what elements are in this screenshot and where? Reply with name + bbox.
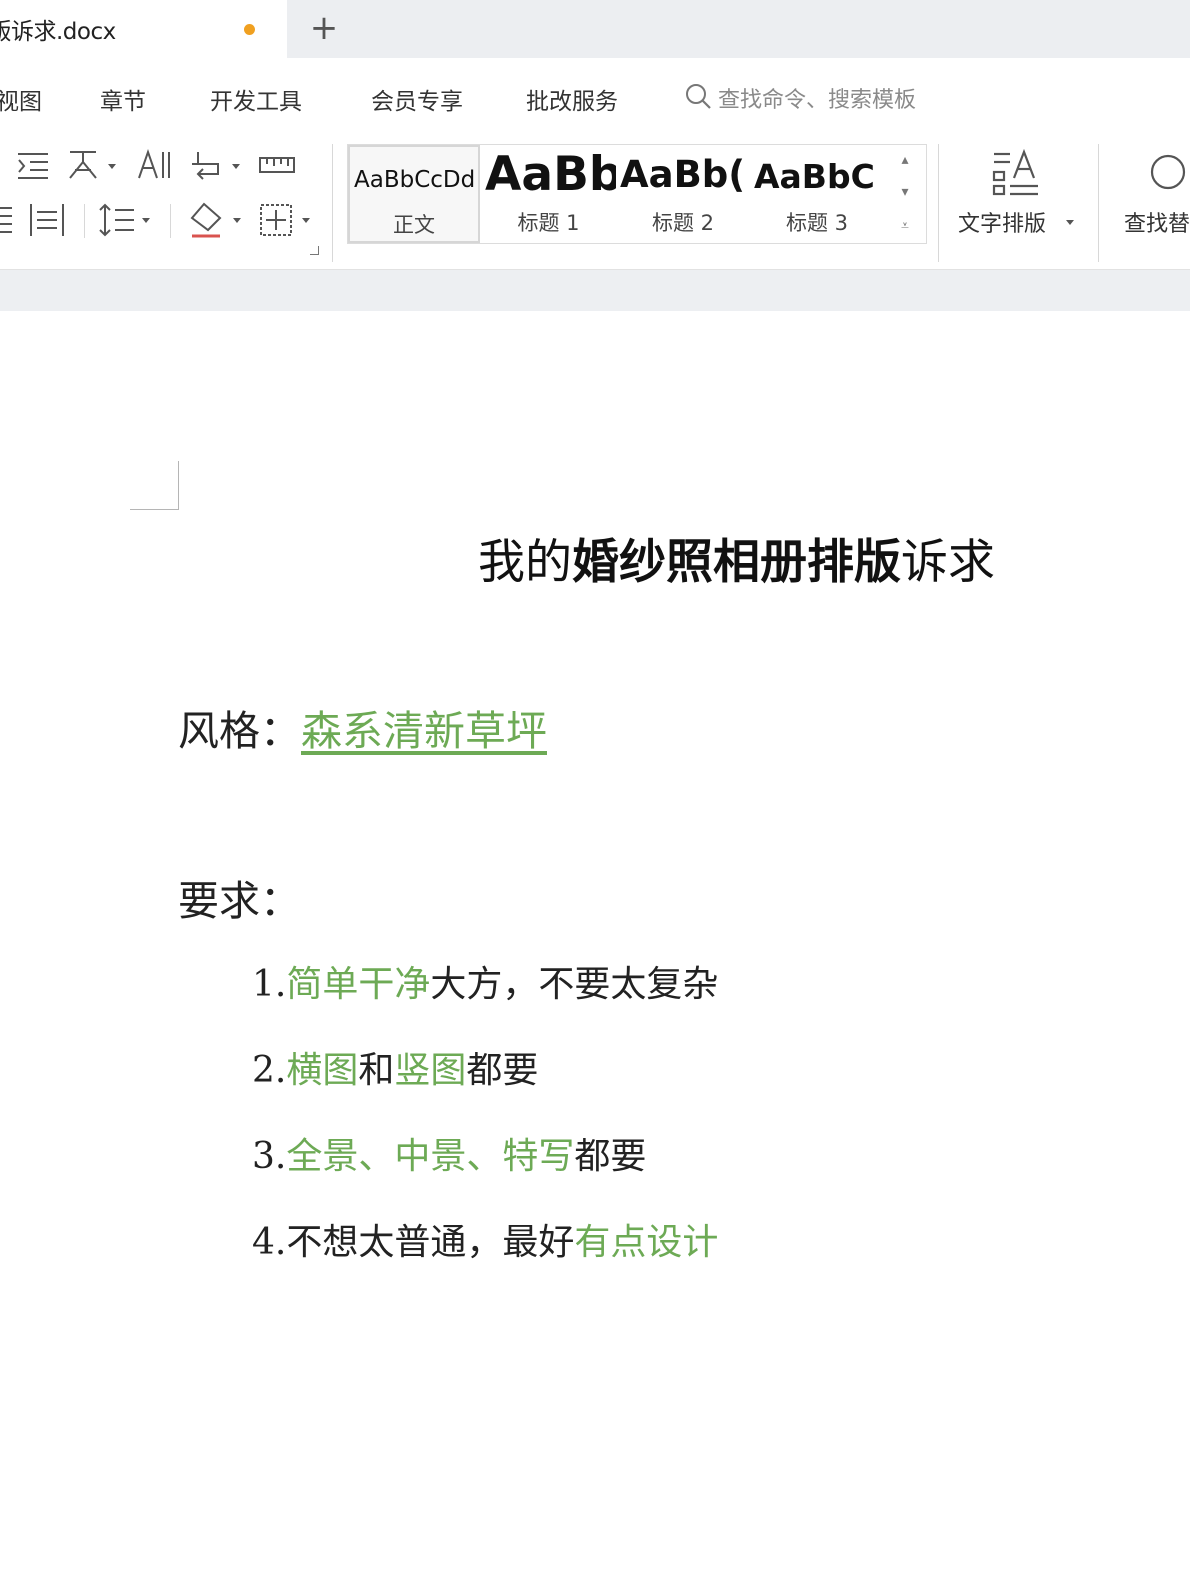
style-value-link[interactable]: 森系清新草坪 xyxy=(301,707,547,755)
style-label: 标题 3 xyxy=(785,211,849,235)
req-text: 都要 xyxy=(466,1050,539,1091)
req-number: 4. xyxy=(252,1222,287,1263)
document-tab[interactable]: 排版诉求.docx xyxy=(0,0,287,58)
chevron-down-icon[interactable] xyxy=(232,164,240,169)
toolbar-divider xyxy=(332,144,333,262)
chevron-down-icon[interactable] xyxy=(302,218,310,223)
expand-gallery-icon[interactable]: ⩡ xyxy=(894,215,916,237)
distribute-align-icon[interactable] xyxy=(28,202,66,238)
text-layout-icon xyxy=(992,148,1038,196)
style-label: 风格： xyxy=(178,707,301,755)
toolbar-divider xyxy=(938,144,939,262)
title-emphasis: 婚纱照相册排版 xyxy=(572,535,901,590)
menu-review-service[interactable]: 批改服务 xyxy=(526,82,618,116)
line-break-icon[interactable] xyxy=(190,150,224,182)
chinese-layout-icon[interactable] xyxy=(66,148,102,182)
chevron-down-icon[interactable] xyxy=(108,164,116,169)
req-text: 不想太普通，最好 xyxy=(286,1222,575,1263)
borders-icon[interactable] xyxy=(258,202,294,238)
requirement-4: 4.不想太普通，最好有点设计 xyxy=(252,1213,718,1265)
new-tab-button[interactable]: + xyxy=(306,8,342,48)
req-highlight: 全景、中景、特写 xyxy=(286,1136,575,1177)
chevron-down-icon[interactable]: ▾ xyxy=(894,181,916,203)
toolbar-divider xyxy=(84,204,85,238)
style-sample: AaBb( xyxy=(620,153,746,196)
document-page[interactable]: 我的婚纱照相册排版诉求 风格：森系清新草坪 要求： 1.简单干净大方，不要太复杂… xyxy=(0,311,1190,1588)
text-layout-label: 文字排版 xyxy=(958,212,1047,237)
requirements-heading: 要求： xyxy=(178,877,301,925)
gallery-scroll: ▴ ▾ ⩡ xyxy=(886,145,924,243)
title-prefix: 我的 xyxy=(478,535,572,590)
menu-dev-tools[interactable]: 开发工具 xyxy=(210,82,302,116)
title-suffix: 诉求 xyxy=(901,535,995,590)
style-label: 标题 1 xyxy=(517,211,580,235)
req-highlight: 有点设计 xyxy=(574,1222,719,1263)
chevron-up-icon[interactable]: ▴ xyxy=(894,149,916,171)
ruler-icon[interactable] xyxy=(258,152,296,178)
requirement-2: 2.横图和竖图都要 xyxy=(252,1041,538,1093)
tab-bar: 排版诉求.docx + xyxy=(0,0,1190,58)
tab-title: 排版诉求.docx xyxy=(0,19,116,45)
req-text: 和 xyxy=(358,1050,395,1091)
style-label: 标题 2 xyxy=(651,211,715,235)
style-heading-2[interactable]: AaBb( 标题 2 xyxy=(616,145,750,243)
text-layout-button[interactable]: 文字排版 xyxy=(952,144,1078,254)
style-gallery: AaBbCcDd 正文 AaBb 标题 1 AaBb( 标题 2 AaBbC 标… xyxy=(347,144,927,244)
req-highlight: 横图 xyxy=(286,1050,359,1091)
shading-icon[interactable] xyxy=(188,202,226,238)
menu-chapter[interactable]: 章节 xyxy=(100,82,146,116)
requirement-1: 1.简单干净大方，不要太复杂 xyxy=(252,955,718,1007)
req-text: 都要 xyxy=(574,1136,647,1177)
align-justify-icon[interactable] xyxy=(0,204,16,238)
requirement-3: 3.全景、中景、特写都要 xyxy=(252,1127,646,1179)
find-replace-button[interactable]: 查找替 xyxy=(1118,144,1190,254)
req-number: 1. xyxy=(252,964,287,1005)
chevron-down-icon xyxy=(1066,220,1074,225)
unsaved-indicator xyxy=(244,24,255,35)
page-margin-marker xyxy=(130,461,179,510)
search-placeholder: 查找命令、搜索模板 xyxy=(718,88,917,113)
find-replace-label: 查找替 xyxy=(1124,212,1190,237)
increase-indent-icon[interactable] xyxy=(16,150,50,182)
menu-view[interactable]: 视图 xyxy=(0,82,42,116)
style-label: 正文 xyxy=(393,213,435,237)
style-sample: AaBbCcDd xyxy=(354,167,476,193)
paragraph-settings-launcher[interactable] xyxy=(310,246,319,255)
style-line: 风格：森系清新草坪 xyxy=(178,697,547,757)
menu-member[interactable]: 会员专享 xyxy=(371,82,463,116)
style-heading-1[interactable]: AaBb 标题 1 xyxy=(481,145,616,243)
chevron-down-icon[interactable] xyxy=(233,218,241,223)
chevron-down-icon[interactable] xyxy=(142,218,150,223)
line-spacing-icon[interactable] xyxy=(98,202,136,238)
menu-bar: 视图 章节 开发工具 会员专享 批改服务 查找命令、搜索模板 xyxy=(0,58,1190,136)
find-icon xyxy=(1150,154,1186,190)
req-highlight: 简单干净 xyxy=(286,964,431,1005)
text-direction-icon[interactable] xyxy=(136,148,172,182)
style-sample: AaBbC xyxy=(754,157,875,196)
style-normal[interactable]: AaBbCcDd 正文 xyxy=(348,145,480,243)
ribbon: AaBbCcDd 正文 AaBb 标题 1 AaBb( 标题 2 AaBbC 标… xyxy=(0,136,1190,269)
search-icon xyxy=(686,84,711,109)
document-title: 我的婚纱照相册排版诉求 xyxy=(478,523,995,592)
req-number: 3. xyxy=(252,1136,287,1177)
req-number: 2. xyxy=(252,1050,287,1091)
req-text: 大方，不要太复杂 xyxy=(430,964,719,1005)
req-highlight: 竖图 xyxy=(394,1050,467,1091)
toolbar-divider xyxy=(170,204,171,238)
ribbon-gap xyxy=(0,269,1190,312)
style-heading-3[interactable]: AaBbC 标题 3 xyxy=(750,145,884,243)
style-sample: AaBb xyxy=(485,147,616,202)
toolbar-divider xyxy=(1098,144,1099,262)
